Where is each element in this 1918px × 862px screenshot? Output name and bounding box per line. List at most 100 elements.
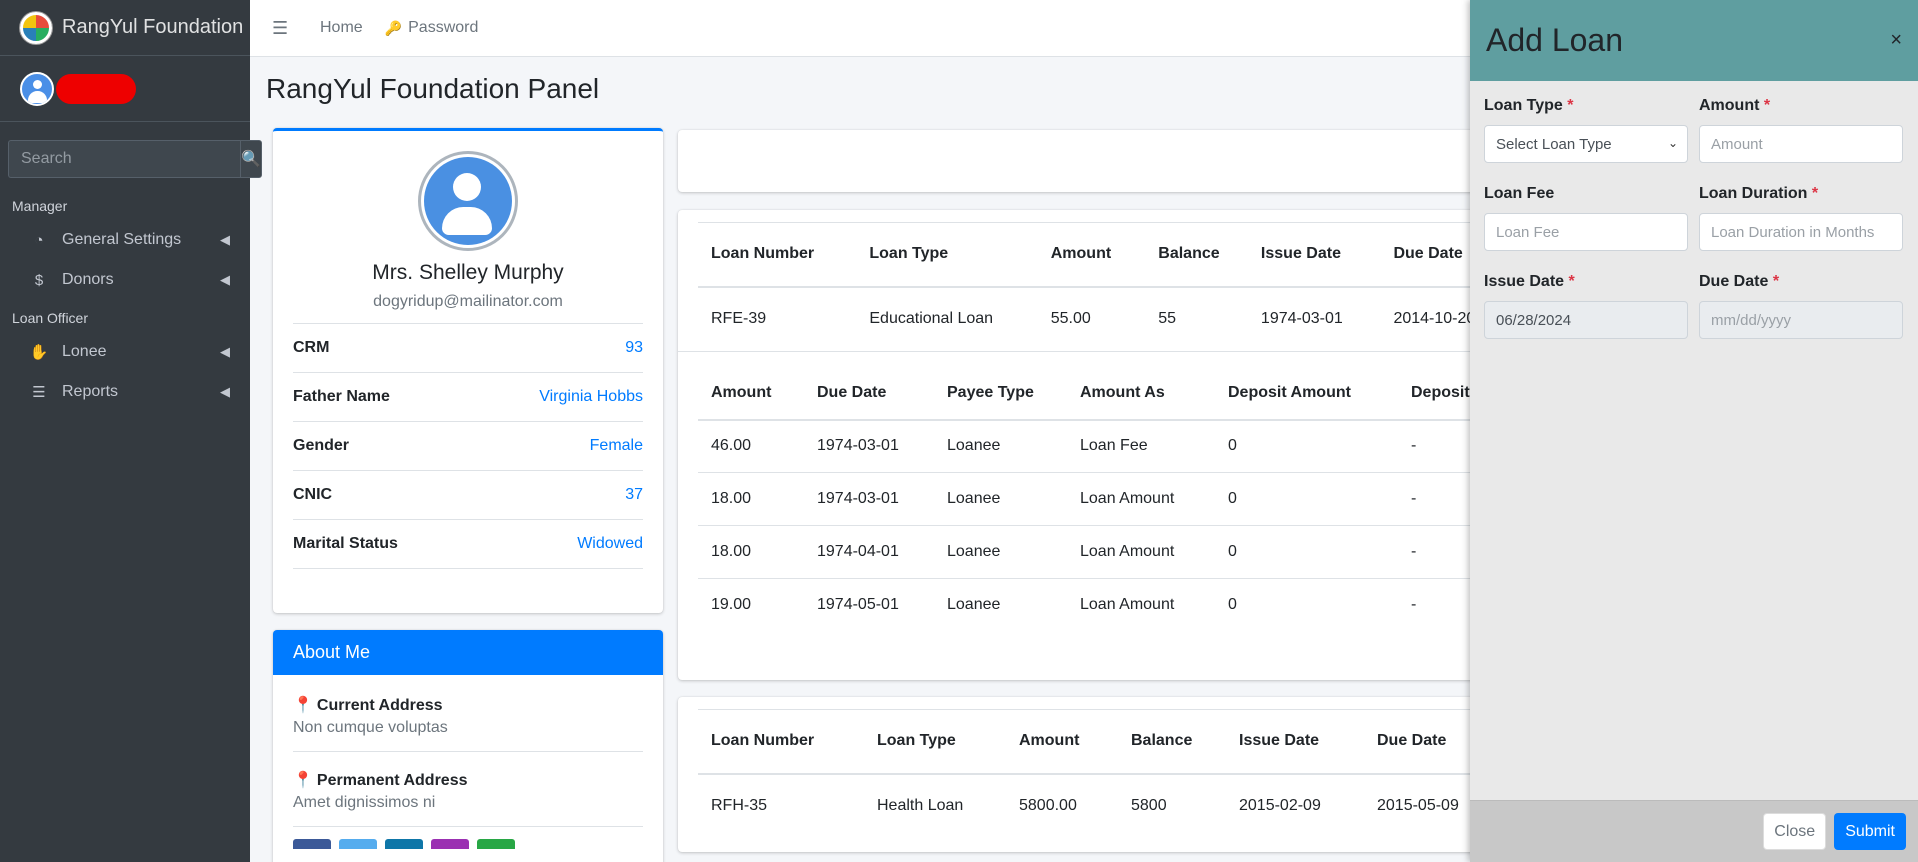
- column-header: Loan Number: [711, 732, 815, 750]
- column-header: Due Date: [817, 383, 887, 401]
- close-icon[interactable]: ×: [1890, 29, 1902, 52]
- amount-input[interactable]: [1699, 125, 1903, 163]
- user-avatar-icon[interactable]: [20, 71, 54, 106]
- table-cell: RFH-35: [711, 797, 768, 814]
- table-cell: 0: [1228, 490, 1237, 507]
- modal-header: Add Loan ×: [1470, 0, 1918, 81]
- column-header: Deposit Amount: [1228, 383, 1351, 401]
- sidebar-item-reports[interactable]: ☰ Reports ◀: [0, 372, 250, 412]
- loan-fee-input[interactable]: [1484, 213, 1688, 251]
- sidebar-item-label: Donors: [62, 271, 114, 288]
- submit-button[interactable]: Submit: [1834, 813, 1906, 850]
- nav-link-password[interactable]: 🔑 Password: [385, 19, 479, 37]
- loan-fee-label: Loan Fee: [1484, 185, 1555, 202]
- facebook-button[interactable]: [293, 839, 331, 849]
- dollar-coin-icon: $: [34, 271, 44, 289]
- table-row[interactable]: 18.00 1974-04-01 Loanee Loan Amount 0 -: [698, 525, 1558, 579]
- loan-type-group: Loan Type * Select Loan Type ⌄: [1484, 97, 1688, 163]
- table-header-row: Loan Number Loan Type Amount Balance Iss…: [698, 222, 1558, 287]
- page-title: RangYul Foundation Panel: [266, 73, 600, 104]
- permanent-address: Amet dignissimos ni: [293, 794, 436, 811]
- table-row[interactable]: RFH-35 Health Loan 5800.00 5800 2015-02-…: [698, 774, 1544, 838]
- sidebar-search: 🔍: [8, 140, 262, 178]
- table-row[interactable]: RFE-39 Educational Loan 55.00 55 1974-03…: [698, 287, 1558, 351]
- table-header-row: Amount Due Date Payee Type Amount As Dep…: [698, 367, 1558, 420]
- profile-value[interactable]: 93: [625, 339, 643, 357]
- empty-card: [678, 130, 1578, 192]
- nav-link-password-label: Password: [408, 19, 479, 36]
- table-header-row: Loan Number Loan Type Amount Balance Iss…: [698, 709, 1544, 774]
- column-header: Issue Date: [1239, 732, 1320, 750]
- column-header: Balance: [1158, 245, 1220, 263]
- loan-table: Loan Number Loan Type Amount Balance Iss…: [698, 222, 1558, 351]
- loan-table-2: Loan Number Loan Type Amount Balance Iss…: [698, 709, 1544, 838]
- column-header: Balance: [1131, 732, 1193, 750]
- brand-link[interactable]: RangYul Foundation: [0, 0, 250, 56]
- table-cell: 19.00: [711, 596, 752, 614]
- table-cell: Loanee: [947, 490, 1001, 507]
- table-cell: Loan Amount: [1080, 490, 1175, 507]
- issue-date-label: Issue Date *: [1484, 273, 1575, 290]
- table-cell: 1974-05-01: [817, 596, 899, 614]
- profile-key: Marital Status: [293, 535, 398, 552]
- table-cell: Loan Amount: [1080, 596, 1175, 614]
- table-cell: 1974-04-01: [817, 543, 899, 560]
- hamburger-menu-icon[interactable]: ☰: [272, 18, 298, 39]
- loan-type-select[interactable]: Select Loan Type: [1484, 125, 1688, 163]
- table-cell: RFE-39: [711, 310, 767, 327]
- close-button[interactable]: Close: [1763, 813, 1827, 850]
- linkedin-button[interactable]: [385, 839, 423, 849]
- add-loan-modal: Add Loan × Loan Type * Select Loan Type …: [1470, 0, 1918, 862]
- due-date-input[interactable]: [1699, 301, 1903, 339]
- amount-group: Amount *: [1699, 97, 1903, 163]
- table-cell: 1974-03-01: [1260, 310, 1343, 327]
- table-row[interactable]: 18.00 1974-03-01 Loanee Loan Amount 0 -: [698, 472, 1558, 526]
- profile-value[interactable]: Widowed: [577, 535, 643, 553]
- loan-type-label: Loan Type *: [1484, 97, 1574, 114]
- table-cell: Loan Amount: [1080, 543, 1175, 560]
- table-cell: 5800.00: [1019, 797, 1077, 814]
- current-address-block: 📍 Current Address Non cumque voluptas: [293, 689, 643, 752]
- table-cell: Educational Loan: [869, 310, 994, 327]
- sidebar-item-donors[interactable]: $ Donors ◀: [0, 260, 250, 300]
- user-panel: [0, 56, 250, 122]
- table-cell: 1974-03-01: [817, 437, 899, 455]
- table-cell: 0: [1228, 596, 1237, 614]
- profile-value[interactable]: Virginia Hobbs: [539, 388, 643, 406]
- profile-key: CNIC: [293, 486, 333, 503]
- redacted-username: [56, 73, 136, 104]
- profile-value[interactable]: Female: [590, 437, 643, 455]
- instagram-button[interactable]: [431, 839, 469, 849]
- search-button[interactable]: 🔍: [240, 140, 262, 178]
- profile-avatar-icon: [418, 151, 518, 251]
- key-icon: 🔑: [384, 19, 403, 36]
- loan-duration-input[interactable]: [1699, 213, 1903, 251]
- profile-row-father-name: Father Name Virginia Hobbs: [293, 373, 643, 422]
- issue-date-input[interactable]: [1484, 301, 1688, 339]
- map-marker-icon: 📍: [293, 697, 313, 714]
- twitter-button[interactable]: [339, 839, 377, 849]
- dashboard-gauge-icon: ◔: [34, 231, 44, 249]
- hand-money-icon: ✋: [29, 344, 49, 361]
- table-cell: 1974-03-01: [817, 490, 899, 507]
- profile-name: Mrs. Shelley Murphy: [372, 261, 564, 284]
- column-header: Amount: [711, 383, 772, 401]
- table-row[interactable]: 46.00 1974-03-01 Loanee Loan Fee 0 -: [698, 419, 1558, 473]
- search-input[interactable]: [8, 140, 240, 178]
- brand-logo: [20, 11, 52, 44]
- due-date-group: Due Date *: [1699, 273, 1903, 339]
- nav-link-home[interactable]: Home: [320, 19, 363, 37]
- table-row[interactable]: 19.00 1974-05-01 Loanee Loan Amount 0 -: [698, 578, 1558, 632]
- table-cell: Loan Fee: [1080, 437, 1148, 455]
- column-header: Amount: [1019, 732, 1080, 750]
- nav-header-loan-officer: Loan Officer: [12, 310, 89, 326]
- table-cell: 55: [1158, 310, 1177, 327]
- column-header: Payee Type: [947, 383, 1034, 401]
- table-cell: Health Loan: [877, 797, 964, 814]
- chevron-left-icon: ◀: [220, 232, 230, 247]
- whatsapp-button[interactable]: [477, 839, 515, 849]
- sidebar-item-lonee[interactable]: ✋ Lonee ◀: [0, 332, 250, 372]
- sidebar-item-general-settings[interactable]: ◔ General Settings ◀: [0, 220, 250, 260]
- profile-value[interactable]: 37: [625, 486, 643, 504]
- profile-key: CRM: [293, 339, 330, 356]
